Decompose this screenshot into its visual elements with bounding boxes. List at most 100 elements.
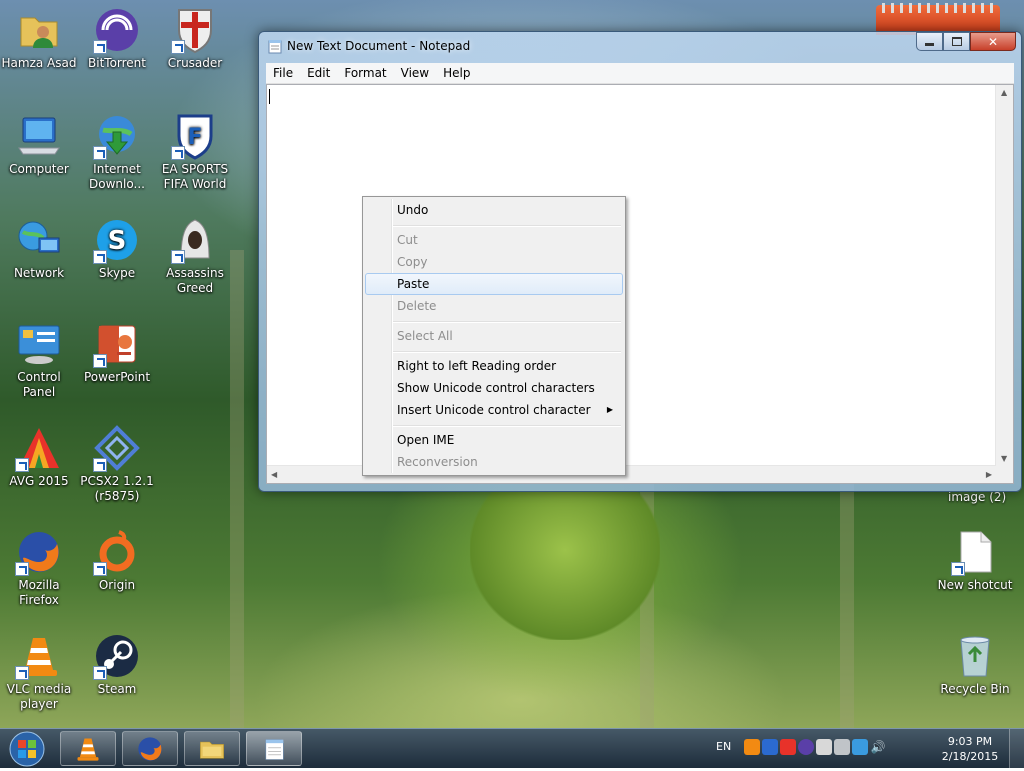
steam-icon [93, 632, 141, 680]
scroll-right-icon[interactable]: ▶ [986, 470, 992, 479]
windows-orb-icon [9, 731, 45, 767]
menu-item-copy[interactable]: Copy [365, 251, 623, 273]
menu-item-select-all[interactable]: Select All [365, 325, 623, 347]
wallpaper-hop-flower [470, 490, 660, 640]
taskbar-notepad[interactable] [246, 731, 302, 766]
avg-tray-icon[interactable] [780, 739, 796, 755]
bittorrent-tray-icon[interactable] [798, 739, 814, 755]
menu-item-open-ime[interactable]: Open IME [365, 429, 623, 451]
desktop-icon-label: Hamza Asad [1, 56, 77, 70]
desktop-icon-vlc[interactable]: VLC media player [0, 632, 78, 712]
desktop-icon-avg[interactable]: AVG 2015 [0, 424, 78, 489]
menu-item-cut[interactable]: Cut [365, 229, 623, 251]
scroll-left-icon[interactable]: ◀ [271, 470, 277, 479]
firefox-icon [15, 528, 63, 576]
scroll-up-icon[interactable]: ▲ [1001, 88, 1007, 97]
desktop-icon-new-shortcut[interactable]: New shotcut [936, 528, 1014, 593]
desktop-icon-crusader[interactable]: Crusader [156, 6, 234, 71]
desktop-icon-label: AVG 2015 [9, 474, 69, 488]
recycle-bin-icon [951, 632, 999, 680]
internet-download-manager-icon [93, 112, 141, 160]
close-button[interactable]: ✕ [970, 32, 1016, 51]
submenu-arrow-icon: ▶ [606, 405, 613, 414]
context-menu: Undo Cut Copy Paste Delete Select All Ri… [362, 196, 626, 476]
shortcut-arrow-icon [171, 250, 185, 264]
window-controls: ✕ [916, 32, 1016, 51]
svg-text:S: S [108, 226, 127, 256]
menu-item-show-unicode[interactable]: Show Unicode control characters [365, 377, 623, 399]
desktop-icon-label: Steam [97, 682, 137, 696]
menu-help[interactable]: Help [436, 66, 477, 80]
maximize-button[interactable] [943, 32, 970, 51]
size-grip[interactable] [996, 466, 1013, 483]
menu-format[interactable]: Format [337, 66, 393, 80]
scroll-down-icon[interactable]: ▼ [1001, 454, 1007, 463]
menu-file[interactable]: File [266, 66, 300, 80]
desktop-icon-internet-download-manager[interactable]: Internet Downlo... [78, 112, 156, 192]
taskbar-vlc[interactable] [60, 731, 116, 766]
app-tray-icon[interactable] [762, 739, 778, 755]
text-caret [269, 89, 270, 104]
menu-bar: File Edit Format View Help [266, 63, 1014, 84]
title-bar[interactable]: New Text Document - Notepad ✕ [265, 32, 1016, 57]
minimize-button[interactable] [916, 32, 943, 51]
notepad-icon [268, 40, 282, 54]
start-button[interactable] [5, 730, 49, 768]
wallpaper-trunk [230, 250, 244, 728]
vlc-tray-icon[interactable] [744, 739, 760, 755]
shortcut-arrow-icon [93, 354, 107, 368]
show-desktop-button[interactable] [1009, 729, 1024, 768]
desktop-icon-label: Recycle Bin [940, 682, 1010, 696]
taskbar-explorer[interactable] [184, 731, 240, 766]
taskbar-firefox[interactable] [122, 731, 178, 766]
desktop-icon-label: Origin [98, 578, 136, 592]
desktop-icon-computer[interactable]: Computer [0, 112, 78, 177]
desktop-icon-powerpoint[interactable]: PowerPoint [78, 320, 156, 385]
desktop-icon-label: Skype [98, 266, 136, 280]
menu-item-label: Insert Unicode control character [397, 403, 591, 417]
bittorrent-icon [93, 6, 141, 54]
shortcut-arrow-icon [15, 562, 29, 576]
desktop-icon-pcsx2[interactable]: PCSX2 1.2.1 (r5875) [78, 424, 156, 504]
desktop-icon-origin[interactable]: Origin [78, 528, 156, 593]
window-title: New Text Document - Notepad [287, 39, 471, 53]
system-clock[interactable]: 9:03 PM 2/18/2015 [936, 734, 1004, 764]
menu-item-undo[interactable]: Undo [365, 199, 623, 221]
desktop-icon-assassins-greed[interactable]: Assassins Greed [156, 216, 234, 296]
shortcut-arrow-icon [93, 40, 107, 54]
minimize-icon [925, 43, 934, 46]
assassins-creed-icon [171, 216, 219, 264]
language-indicator[interactable]: EN [716, 740, 731, 753]
desktop-icon-label-partial: image (2) [948, 490, 1007, 504]
device-tray-icon[interactable] [834, 739, 850, 755]
network-tray-icon[interactable] [852, 739, 868, 755]
desktop-icon-label: New shotcut [937, 578, 1013, 592]
volume-icon[interactable]: 🔊 [870, 739, 886, 755]
powerpoint-icon [93, 320, 141, 368]
menu-item-delete[interactable]: Delete [365, 295, 623, 317]
desktop-icon-firefox[interactable]: Mozilla Firefox [0, 528, 78, 608]
desktop-icon-recycle-bin[interactable]: Recycle Bin [936, 632, 1014, 697]
clock-time: 9:03 PM [947, 735, 993, 748]
desktop-icon-control-panel[interactable]: Control Panel [0, 320, 78, 400]
shortcut-arrow-icon [93, 562, 107, 576]
menu-view[interactable]: View [394, 66, 436, 80]
menu-item-reconversion[interactable]: Reconversion [365, 451, 623, 473]
menu-item-paste[interactable]: Paste [365, 273, 623, 295]
desktop-icon-fifa[interactable]: F EA SPORTS FIFA World [156, 112, 234, 192]
vertical-scrollbar[interactable]: ▲ ▼ [995, 85, 1013, 466]
desktop-icon-bittorrent[interactable]: BitTorrent [78, 6, 156, 71]
desktop-icon-label: Network [13, 266, 65, 280]
menu-edit[interactable]: Edit [300, 66, 337, 80]
menu-item-rtl-reading-order[interactable]: Right to left Reading order [365, 355, 623, 377]
blank-document-icon [951, 528, 999, 576]
desktop-icon-network[interactable]: Network [0, 216, 78, 281]
desktop-icon-hamza-asad[interactable]: Hamza Asad [0, 6, 78, 71]
menu-item-insert-unicode[interactable]: Insert Unicode control character ▶ [365, 399, 623, 421]
action-center-icon[interactable] [816, 739, 832, 755]
system-tray: 🔊 [744, 739, 886, 755]
shortcut-arrow-icon [93, 146, 107, 160]
desktop-icon-steam[interactable]: Steam [78, 632, 156, 697]
desktop-icon-skype[interactable]: S Skype [78, 216, 156, 281]
notepad-icon [265, 738, 284, 760]
